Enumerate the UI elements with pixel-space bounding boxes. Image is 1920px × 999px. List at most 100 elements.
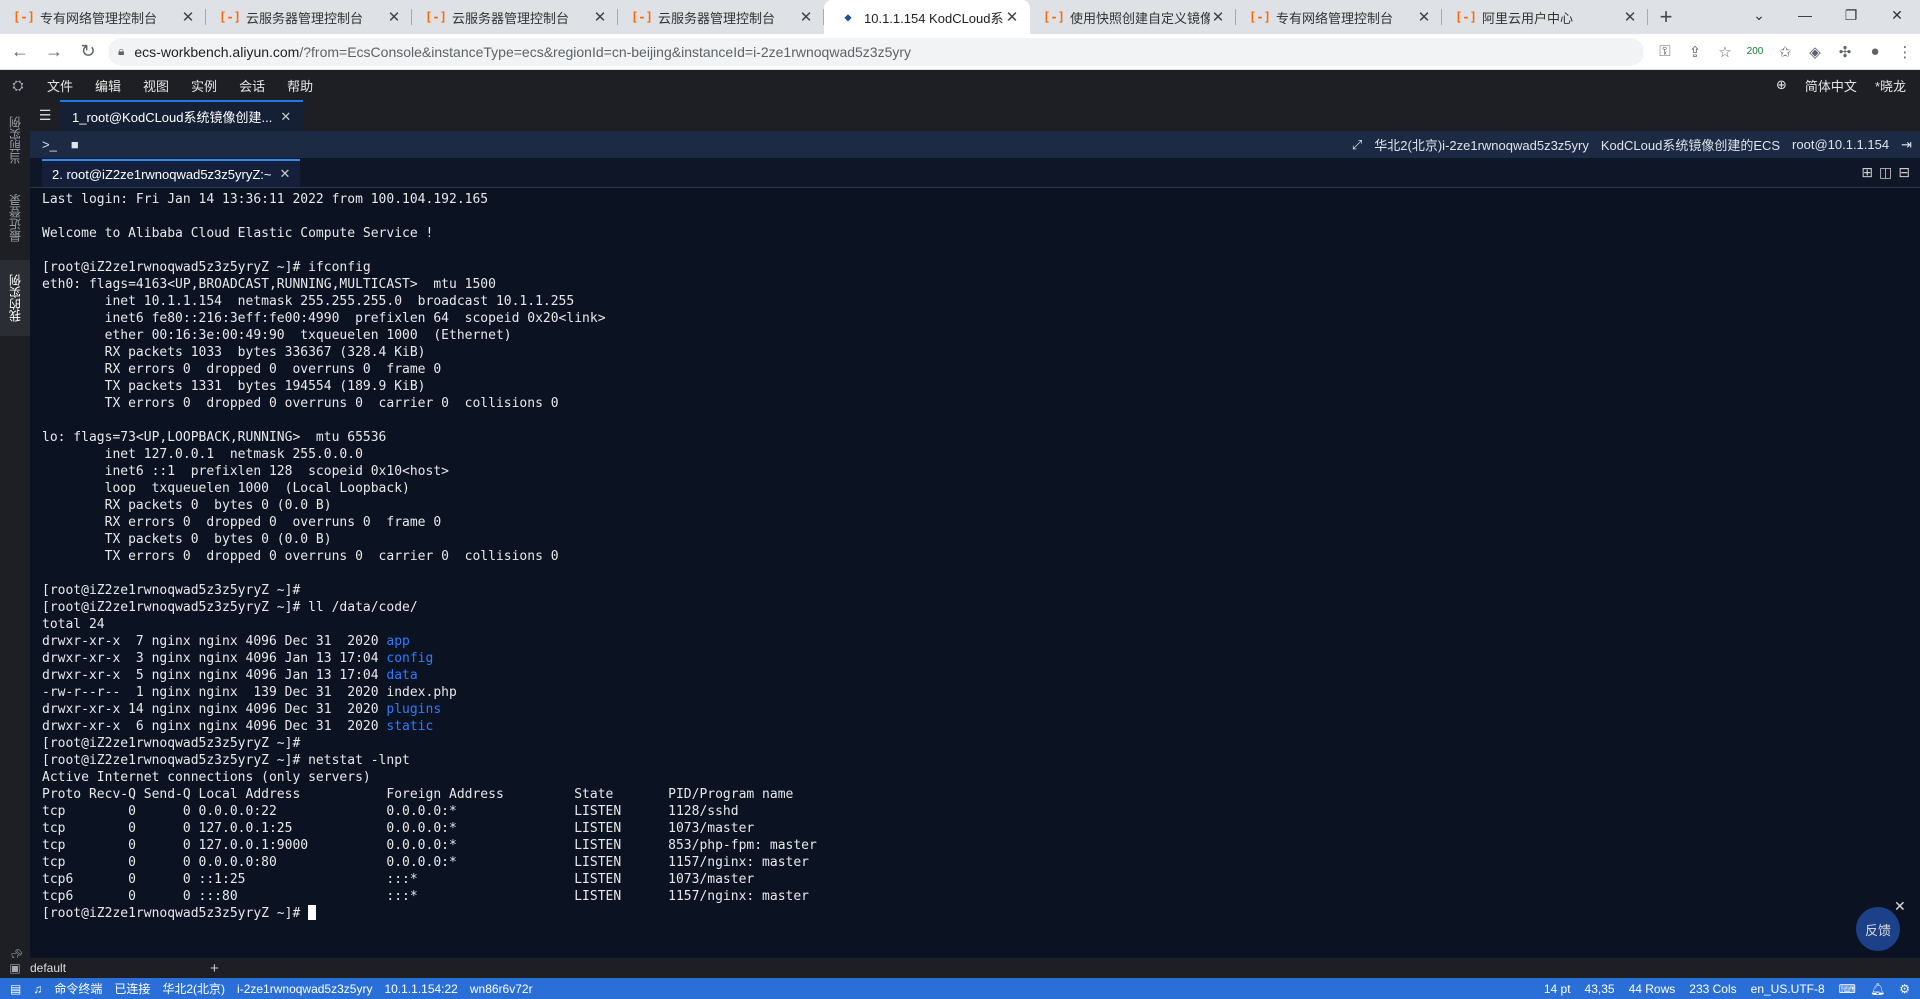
key-icon[interactable]: ⚿ bbox=[1650, 43, 1680, 60]
keyboard-icon[interactable]: ⌨ bbox=[1839, 982, 1856, 996]
browser-tab[interactable]: ◆ 10.1.1.154 KodCLoud系 ✕ bbox=[824, 0, 1030, 34]
browser-tab-strip: [-] 专有网络管理控制台 ✕ [-] 云服务器管理控制台 ✕ [-] 云服务器管理控制台 ✕[… bbox=[0, 0, 1920, 34]
close-icon[interactable]: ✕ bbox=[386, 8, 402, 26]
menu-instance[interactable]: 实例 bbox=[180, 76, 228, 95]
browser-tab-title: 云服务器管理控制台 bbox=[246, 10, 364, 26]
listing-meta: drwxr-xr-x 5 nginx nginx 4096 Jan 13 17:… bbox=[42, 668, 387, 683]
sidebar-item-my-instances[interactable]: 我的实例 bbox=[0, 260, 30, 336]
browser-tab[interactable]: [-] 使用快照创建自定义镜像 ✕ bbox=[1030, 0, 1236, 34]
browser-tab[interactable]: [-] 专有网络管理控制台 ✕ bbox=[0, 0, 206, 34]
menu-file[interactable]: 文件 bbox=[36, 76, 84, 95]
minimize-button[interactable]: — bbox=[1782, 0, 1828, 30]
extension-icon[interactable]: ◈ bbox=[1800, 43, 1830, 61]
new-tab-button[interactable]: + bbox=[1648, 0, 1684, 34]
status-instance-id: i-2ze1rwnoqwad5z3z5yry bbox=[237, 981, 373, 996]
status-font-size[interactable]: 14 pt bbox=[1544, 982, 1571, 996]
browser-tab-title: 使用快照创建自定义镜像 bbox=[1070, 10, 1210, 26]
favorites-icon[interactable]: ✩ bbox=[1770, 43, 1800, 61]
aliyun-favicon-icon: [-] bbox=[425, 10, 447, 24]
browser-tab[interactable]: [-] 专有网络管理控制台 ✕ bbox=[1236, 0, 1442, 34]
close-icon[interactable]: ✕ bbox=[1416, 8, 1432, 26]
close-icon[interactable]: ✕ bbox=[1894, 898, 1906, 915]
status-bar: ▤ ♫ 命令终端 已连接 华北2(北京) i-2ze1rwnoqwad5z3z5… bbox=[0, 978, 1920, 999]
aliyun-favicon-icon: [-] bbox=[219, 10, 241, 24]
terminal-output[interactable]: Last login: Fri Jan 14 13:36:11 2022 fro… bbox=[30, 188, 1920, 958]
bell-icon[interactable]: 🔔︎ bbox=[1870, 982, 1885, 996]
tab-search-icon[interactable]: ⌄ bbox=[1736, 0, 1782, 30]
browser-tab[interactable]: [-] 云服务器管理控制台 ✕ bbox=[618, 0, 824, 34]
listing-row: -rw-r--r-- 1 nginx nginx 139 Dec 31 2020… bbox=[42, 684, 1920, 701]
close-icon[interactable]: ✕ bbox=[798, 8, 814, 26]
new-pane-icon[interactable]: ⊞ bbox=[1861, 164, 1873, 181]
menu-view[interactable]: 视图 bbox=[132, 76, 180, 95]
terminal-line: tcp 0 0 0.0.0.0:22 0.0.0.0:* LISTEN 1128… bbox=[42, 804, 739, 819]
close-icon[interactable]: ✕ bbox=[1004, 8, 1020, 26]
share-icon[interactable]: ⇪ bbox=[1680, 43, 1710, 61]
close-icon[interactable]: ✕ bbox=[280, 109, 291, 125]
collapse-list-icon[interactable]: ☰ bbox=[30, 100, 60, 131]
terminal-icon[interactable]: >_ bbox=[42, 137, 57, 152]
directory-name: static bbox=[386, 719, 434, 734]
terminal-tab[interactable]: 2. root@iZ2ze1rwnoqwad5z3z5yryZ:~ ✕ bbox=[42, 159, 301, 187]
listing-meta: drwxr-xr-x 3 nginx nginx 4096 Jan 13 17:… bbox=[42, 651, 387, 666]
split-vertical-icon[interactable]: ◫ bbox=[1879, 164, 1892, 181]
url-path: /?from=EcsConsole&instanceType=ecs&regio… bbox=[299, 43, 912, 60]
close-icon[interactable]: ✕ bbox=[592, 8, 608, 26]
add-circle-icon[interactable]: ⊕ bbox=[1776, 77, 1787, 93]
browser-tab[interactable]: [-] 云服务器管理控制台 ✕ bbox=[206, 0, 412, 34]
menu-edit[interactable]: 编辑 bbox=[84, 76, 132, 95]
profile-icon[interactable]: ● bbox=[1860, 43, 1890, 60]
menu-icon[interactable]: ⋮ bbox=[1890, 43, 1920, 61]
status-cols: 233 Cols bbox=[1689, 981, 1737, 996]
folder-icon[interactable]: ■ bbox=[71, 137, 79, 152]
close-window-button[interactable]: ✕ bbox=[1874, 0, 1920, 30]
user-menu[interactable]: *晓龙 bbox=[1875, 76, 1906, 95]
close-icon[interactable]: ✕ bbox=[280, 166, 291, 182]
status-encoding[interactable]: en_US.UTF-8 bbox=[1751, 982, 1825, 996]
bookmark-star-icon[interactable]: ☆ bbox=[1710, 43, 1740, 61]
site-info-icon[interactable]: 🔒︎ bbox=[118, 44, 124, 59]
logout-icon[interactable]: ⇥ bbox=[1901, 137, 1912, 153]
menu-help[interactable]: 帮助 bbox=[276, 76, 324, 95]
browser-tab[interactable]: [-] 云服务器管理控制台 ✕ bbox=[412, 0, 618, 34]
menu-session[interactable]: 会话 bbox=[228, 76, 276, 95]
aliyun-favicon-icon: [-] bbox=[1249, 10, 1271, 24]
terminal-prompt-line[interactable]: [root@iZ2ze1rwnoqwad5z3z5yryZ ~]# bbox=[42, 905, 1920, 922]
instance-user: root@10.1.1.154 bbox=[1792, 137, 1890, 152]
forward-icon[interactable]: → bbox=[40, 38, 68, 66]
close-icon[interactable]: ✕ bbox=[1210, 8, 1226, 26]
add-panel-icon[interactable]: + bbox=[210, 960, 219, 977]
terminal-line: TX errors 0 dropped 0 overruns 0 carrier… bbox=[42, 396, 559, 411]
back-icon[interactable]: ← bbox=[6, 38, 34, 66]
restore-button[interactable]: ❐ bbox=[1828, 0, 1874, 30]
terminal-line: RX packets 1033 bytes 336367 (328.4 KiB) bbox=[42, 345, 426, 360]
browser-tab[interactable]: [-] 阿里云用户中心 ✕ bbox=[1442, 0, 1648, 34]
close-icon[interactable]: ✕ bbox=[1622, 8, 1638, 26]
panel-tab-default[interactable]: default bbox=[30, 961, 80, 975]
terminal-line: [root@iZ2ze1rwnoqwad5z3z5yryZ ~]# ifconf… bbox=[42, 260, 371, 275]
puzzle-icon[interactable]: ✣ bbox=[1830, 43, 1860, 61]
session-tab-bar: ☰ 1_root@KodCLoud系统镜像创建... ✕ bbox=[30, 100, 1920, 131]
split-horizontal-icon[interactable]: ⊟ bbox=[1898, 164, 1910, 181]
sidebar-item-current-instance[interactable]: 当前实例 bbox=[0, 104, 30, 176]
workbench-sidebar: 当前实例 最近登录 我的实例 📌︎ bbox=[0, 100, 30, 980]
browser-tab-title: 阿里云用户中心 bbox=[1482, 10, 1574, 26]
aliyun-favicon-icon: [-] bbox=[13, 10, 35, 24]
close-icon[interactable]: ✕ bbox=[180, 8, 196, 26]
url-input[interactable]: 🔒︎ ecs-workbench.aliyun.com/?from=EcsCon… bbox=[108, 37, 1644, 66]
workbench-menubar: ⛭ 文件 编辑 视图 实例 会话 帮助 ⊕ 简体中文 *晓龙 bbox=[0, 70, 1920, 100]
browser-tab-title: 专有网络管理控制台 bbox=[40, 10, 158, 26]
settings-icon[interactable]: ⚙ bbox=[1899, 982, 1910, 996]
extension-badge[interactable]: 200 bbox=[1740, 46, 1770, 57]
window-controls: ⌄ — ❐ ✕ bbox=[1736, 0, 1920, 34]
session-tab[interactable]: 1_root@KodCLoud系统镜像创建... ✕ bbox=[60, 100, 304, 131]
fullscreen-icon[interactable]: ⤢ bbox=[1352, 137, 1362, 153]
listing-meta: -rw-r--r-- 1 nginx nginx 139 Dec 31 2020 bbox=[42, 685, 387, 700]
directory-name: config bbox=[386, 651, 434, 666]
panel-icon[interactable]: ▣ bbox=[0, 961, 30, 975]
language-select[interactable]: 简体中文 bbox=[1805, 76, 1857, 95]
reload-icon[interactable]: ↻ bbox=[74, 38, 102, 66]
sidebar-item-recent-login[interactable]: 最近登录 bbox=[0, 182, 30, 254]
terminal-line: tcp 0 0 127.0.0.1:9000 0.0.0.0:* LISTEN … bbox=[42, 838, 817, 853]
